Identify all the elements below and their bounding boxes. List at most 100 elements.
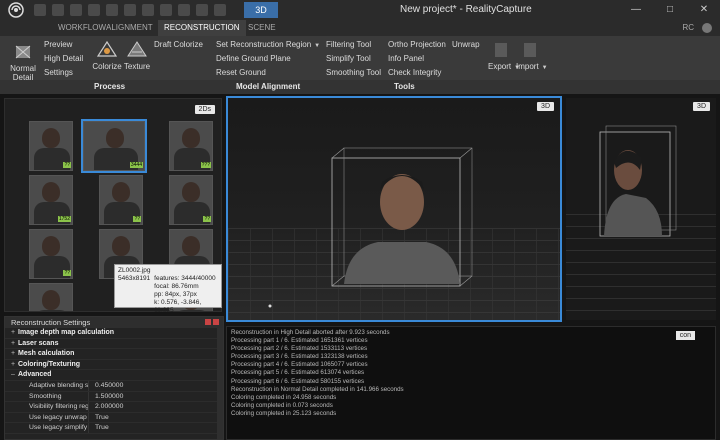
import-label: Import xyxy=(516,62,539,71)
image-thumbnail[interactable]: ?? xyxy=(169,175,213,225)
rc-label: RC xyxy=(682,23,694,32)
layout-icon[interactable] xyxy=(124,4,136,16)
image-thumbnail[interactable]: ??? xyxy=(169,121,213,171)
colorize-button[interactable]: Colorize xyxy=(92,40,122,71)
save-icon[interactable] xyxy=(70,4,82,16)
section-mesh-calculation[interactable]: + Mesh calculation xyxy=(5,349,223,360)
console-line: Reconstruction in High Detail aborted af… xyxy=(231,329,390,336)
unwrap-button[interactable]: Unwrap xyxy=(452,40,480,49)
section-advanced[interactable]: – Advanced xyxy=(5,370,223,381)
colorize-label: Colorize xyxy=(92,62,122,71)
ortho-projection-button[interactable]: Ortho Projection xyxy=(388,40,446,49)
quick-access-toolbar xyxy=(34,4,226,16)
reset-ground-button[interactable]: Reset Ground xyxy=(216,68,266,77)
collapse-icon: – xyxy=(11,371,15,379)
image-thumbnail[interactable]: ?? xyxy=(29,229,73,279)
console-line: Processing part 1 / 6. Estimated 1651361… xyxy=(231,337,368,345)
thumb-tag: 3444 xyxy=(129,162,143,168)
help-icon[interactable] xyxy=(702,23,712,33)
tooltip-pp: pp: 84px, 37px xyxy=(154,291,197,298)
settings-row[interactable]: Use legacy simplify algorithmTrue xyxy=(5,423,223,434)
section-image-depth-map[interactable]: + Image depth map calculation xyxy=(5,328,223,339)
mesh-icon xyxy=(12,42,34,62)
draft-colorize-button[interactable]: Draft Colorize xyxy=(154,40,203,49)
section-coloring-texturing[interactable]: + Coloring/Texturing xyxy=(5,360,223,371)
new-icon[interactable] xyxy=(34,4,46,16)
layout2-icon[interactable] xyxy=(142,4,154,16)
image-info-tooltip: ZL0002.jpg 5463x8191 features: 3444/4000… xyxy=(114,264,222,314)
layout3-icon[interactable] xyxy=(160,4,172,16)
tab-reconstruction[interactable]: RECONSTRUCTION xyxy=(158,20,246,36)
context-tab-3d[interactable]: 3D xyxy=(244,2,278,18)
view-badge-2ds[interactable]: 2Ds xyxy=(194,105,215,114)
import-icon xyxy=(519,40,541,60)
expand-icon: + xyxy=(11,350,16,358)
close-panel-icon[interactable] xyxy=(213,319,219,325)
define-ground-plane-button[interactable]: Define Ground Plane xyxy=(216,54,291,63)
redo-icon[interactable] xyxy=(106,4,118,16)
tab-scene[interactable]: SCENE xyxy=(242,20,282,36)
tooltip-name: ZL0002.jpg xyxy=(118,267,151,274)
ribbon-tabs: WORKFLOW ALIGNMENT RECONSTRUCTION SCENE … xyxy=(0,20,720,36)
check-integrity-button[interactable]: Check Integrity xyxy=(388,68,441,77)
maximize-icon[interactable]: □ xyxy=(660,2,680,18)
thumb-tag: ?? xyxy=(63,270,71,276)
texture-button[interactable]: Texture xyxy=(122,40,152,71)
bounding-box-model-side xyxy=(599,125,677,237)
pin-icon[interactable] xyxy=(205,319,211,325)
expand-icon: + xyxy=(11,329,16,336)
minimize-icon[interactable]: — xyxy=(626,2,646,18)
info-panel-button[interactable]: Info Panel xyxy=(388,54,424,63)
settings-row[interactable]: Smoothing 1.500000 xyxy=(5,391,223,403)
settings-row[interactable]: Adaptive blending start0.450000 xyxy=(5,380,223,392)
image-thumbnail[interactable]: 1752 xyxy=(29,175,73,225)
thumb-tag: ??? xyxy=(200,162,211,168)
console-line: Processing part 3 / 6. Estimated 1323138… xyxy=(231,353,368,361)
layout6-icon[interactable] xyxy=(214,4,226,16)
normal-detail-button[interactable]: Normal Detail xyxy=(6,42,40,82)
console-line: Coloring completed in 24.958 seconds xyxy=(231,393,337,401)
thumb-tag: 1752 xyxy=(57,216,71,222)
open-icon[interactable] xyxy=(52,4,64,16)
main-3d-view[interactable]: 3D xyxy=(226,96,562,322)
image-thumbnail[interactable]: ?? xyxy=(99,175,143,225)
bounding-box-model xyxy=(268,147,473,308)
console-line: Processing part 4 / 6. Estimated 1065077… xyxy=(231,361,368,369)
set-reconstruction-region-button[interactable]: Set Reconstruction Region ▼ xyxy=(216,40,320,49)
console-panel[interactable]: con Reconstruction in High Detail aborte… xyxy=(226,326,716,440)
settings-row[interactable]: Visibility filtering region2.000000 xyxy=(5,402,223,413)
high-detail-button[interactable]: High Detail xyxy=(44,54,83,63)
view-badge-console[interactable]: con xyxy=(675,331,695,340)
texture-label: Texture xyxy=(123,62,151,71)
console-line: Processing part 5 / 6. Estimated 613074 … xyxy=(231,369,365,377)
import-button[interactable]: Import ▼ xyxy=(516,40,548,71)
tab-alignment[interactable]: ALIGNMENT xyxy=(100,20,159,36)
thumb-tag: ?? xyxy=(203,216,211,222)
close-icon[interactable]: ✕ xyxy=(694,2,714,18)
image-thumbnail[interactable]: ?? xyxy=(29,121,73,171)
section-laser-scans[interactable]: + Laser scans xyxy=(5,339,223,350)
layout5-icon[interactable] xyxy=(196,4,208,16)
console-line: Reconstruction in Normal Detail complete… xyxy=(231,385,404,393)
settings-scrollbar[interactable] xyxy=(217,328,223,439)
export-button[interactable]: Export ▼ xyxy=(488,40,520,71)
thumb-tag: ?? xyxy=(63,162,71,168)
image-thumbnail[interactable] xyxy=(29,283,73,311)
filtering-tool-button[interactable]: Filtering Tool xyxy=(326,40,371,49)
reconstruction-settings-panel: Reconstruction Settings + Image depth map… xyxy=(4,316,224,440)
preview-button[interactable]: Preview xyxy=(44,40,72,49)
expand-icon: + xyxy=(11,339,16,347)
window-title: New project* - RealityCapture xyxy=(400,4,532,15)
console-line: Processing part 6 / 6. Estimated 580155 … xyxy=(231,377,365,385)
smoothing-tool-button[interactable]: Smoothing Tool xyxy=(326,68,381,77)
settings-row[interactable]: Use legacy unwrap algorit...True xyxy=(5,412,223,424)
simplify-tool-button[interactable]: Simplify Tool xyxy=(326,54,371,63)
image-thumbnail-selected[interactable]: 3444 xyxy=(81,119,147,173)
secondary-3d-view[interactable]: 3D xyxy=(566,98,716,320)
undo-icon[interactable] xyxy=(88,4,100,16)
group-model-alignment: Model Alignment xyxy=(236,82,301,91)
workspace: 2Ds ?? 3444 ??? 1752 ?? ?? ?? ?? ?? ZL00… xyxy=(0,94,720,440)
settings-button[interactable]: Settings xyxy=(44,68,73,77)
chevron-down-icon: ▼ xyxy=(541,65,548,71)
layout4-icon[interactable] xyxy=(178,4,190,16)
